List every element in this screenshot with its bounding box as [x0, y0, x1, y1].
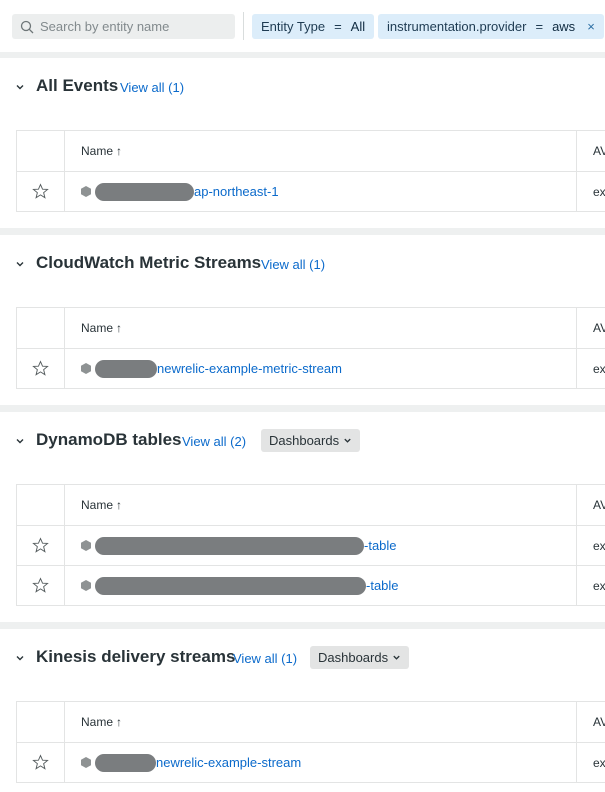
- view-all-link[interactable]: View all (1): [261, 257, 325, 272]
- filter-key: Entity Type: [261, 19, 326, 34]
- entity-table: Name ↑ AV newrelic-example-metric-stream …: [16, 307, 605, 389]
- entity-name-suffix[interactable]: newrelic-example-stream: [156, 755, 301, 770]
- column-header-account[interactable]: AV: [577, 308, 605, 348]
- entity-table: Name ↑ AV ap-northeast-1 ex: [16, 130, 605, 212]
- column-header-account[interactable]: AV: [577, 702, 605, 742]
- chevron-down-icon[interactable]: [15, 259, 25, 269]
- filter-pill-provider[interactable]: instrumentation.provider = aws ×: [378, 14, 604, 39]
- hexagon-icon: [81, 757, 91, 768]
- column-header-name[interactable]: Name ↑: [65, 702, 577, 742]
- filter-divider: [243, 12, 244, 40]
- star-outline-icon[interactable]: [32, 577, 49, 594]
- table-row[interactable]: newrelic-example-stream ex: [17, 742, 605, 782]
- redacted-name: [95, 576, 366, 595]
- entity-name-suffix[interactable]: -table: [366, 578, 399, 593]
- column-header-name[interactable]: Name ↑: [65, 485, 577, 525]
- favorite-toggle[interactable]: [17, 526, 65, 565]
- section-all-events: All Events View all (1) Name ↑ AV ap-nort…: [0, 58, 605, 228]
- favorite-toggle[interactable]: [17, 172, 65, 211]
- star-outline-icon[interactable]: [32, 183, 49, 200]
- table-header-row: Name ↑ AV: [17, 308, 605, 348]
- redacted-name: [95, 359, 157, 378]
- sort-ascending-icon: ↑: [116, 498, 123, 512]
- entity-name-link[interactable]: ap-northeast-1: [65, 172, 577, 211]
- redacted-name: [95, 182, 194, 201]
- table-row[interactable]: newrelic-example-metric-stream ex: [17, 348, 605, 388]
- section-title: CloudWatch Metric Streams: [36, 253, 262, 272]
- section-title: DynamoDB tables: [36, 430, 182, 449]
- entity-table: Name ↑ AV -table ex -table ex: [16, 484, 605, 606]
- star-outline-icon[interactable]: [32, 754, 49, 771]
- favorite-toggle[interactable]: [17, 349, 65, 388]
- entity-name-suffix[interactable]: -table: [364, 538, 397, 553]
- hexagon-icon: [81, 540, 91, 551]
- entity-name-suffix[interactable]: newrelic-example-metric-stream: [157, 361, 342, 376]
- column-header-name[interactable]: Name ↑: [65, 131, 577, 171]
- filter-bar: Entity Type = All instrumentation.provid…: [0, 0, 605, 52]
- hexagon-icon: [81, 186, 91, 197]
- favorite-toggle[interactable]: [17, 743, 65, 782]
- account-cell: ex: [593, 184, 605, 199]
- section-dynamodb-tables: DynamoDB tables View all (2) Dashboards …: [0, 412, 605, 622]
- redacted-name: [95, 536, 364, 555]
- entity-name-link[interactable]: -table: [65, 526, 577, 565]
- entity-name-link[interactable]: -table: [65, 566, 577, 605]
- entity-name-suffix[interactable]: ap-northeast-1: [194, 184, 279, 199]
- chevron-down-icon: [393, 655, 400, 660]
- filter-operator: =: [535, 19, 544, 34]
- dashboards-dropdown[interactable]: Dashboards: [261, 429, 361, 452]
- view-all-link[interactable]: View all (1): [120, 80, 184, 95]
- account-cell: ex: [593, 755, 605, 770]
- chevron-down-icon: [344, 438, 351, 443]
- view-all-link[interactable]: View all (2): [182, 434, 246, 449]
- section-cloudwatch-metric-streams: CloudWatch Metric Streams View all (1) N…: [0, 235, 605, 405]
- star-outline-icon[interactable]: [32, 537, 49, 554]
- account-cell: ex: [593, 538, 605, 553]
- section-title: All Events: [36, 76, 119, 95]
- filter-operator: =: [334, 19, 342, 34]
- section-title: Kinesis delivery streams: [36, 647, 236, 666]
- hexagon-icon: [81, 363, 91, 374]
- search-input[interactable]: [40, 19, 220, 34]
- table-header-row: Name ↑ AV: [17, 702, 605, 742]
- entity-table: Name ↑ AV newrelic-example-stream ex: [16, 701, 605, 783]
- filter-pill-entity-type[interactable]: Entity Type = All: [252, 14, 375, 39]
- filter-value: aws: [552, 19, 576, 34]
- table-header-row: Name ↑ AV: [17, 131, 605, 171]
- sort-ascending-icon: ↑: [116, 321, 123, 335]
- filter-value: All: [350, 19, 366, 34]
- entity-name-link[interactable]: newrelic-example-stream: [65, 743, 577, 782]
- account-cell: ex: [593, 578, 605, 593]
- entity-name-link[interactable]: newrelic-example-metric-stream: [65, 349, 577, 388]
- section-kinesis-delivery-streams: Kinesis delivery streams View all (1) Da…: [0, 629, 605, 792]
- sort-ascending-icon: ↑: [116, 715, 123, 729]
- table-row[interactable]: -table ex: [17, 525, 605, 565]
- column-header-account[interactable]: AV: [577, 485, 605, 525]
- star-outline-icon[interactable]: [32, 360, 49, 377]
- redacted-name: [95, 753, 156, 772]
- table-row[interactable]: -table ex: [17, 565, 605, 605]
- search-icon: [20, 20, 34, 33]
- chevron-down-icon[interactable]: [15, 436, 25, 446]
- favorite-toggle[interactable]: [17, 566, 65, 605]
- search-box[interactable]: [12, 14, 235, 39]
- view-all-link[interactable]: View all (1): [233, 651, 297, 666]
- chevron-down-icon[interactable]: [15, 82, 25, 92]
- remove-filter-icon[interactable]: ×: [587, 19, 595, 34]
- chevron-down-icon[interactable]: [15, 653, 25, 663]
- account-cell: ex: [593, 361, 605, 376]
- filter-key: instrumentation.provider: [387, 19, 527, 34]
- hexagon-icon: [81, 580, 91, 591]
- table-row[interactable]: ap-northeast-1 ex: [17, 171, 605, 211]
- table-header-row: Name ↑ AV: [17, 485, 605, 525]
- column-header-name[interactable]: Name ↑: [65, 308, 577, 348]
- sort-ascending-icon: ↑: [116, 144, 123, 158]
- dashboards-dropdown[interactable]: Dashboards: [310, 646, 410, 669]
- column-header-account[interactable]: AV: [577, 131, 605, 171]
